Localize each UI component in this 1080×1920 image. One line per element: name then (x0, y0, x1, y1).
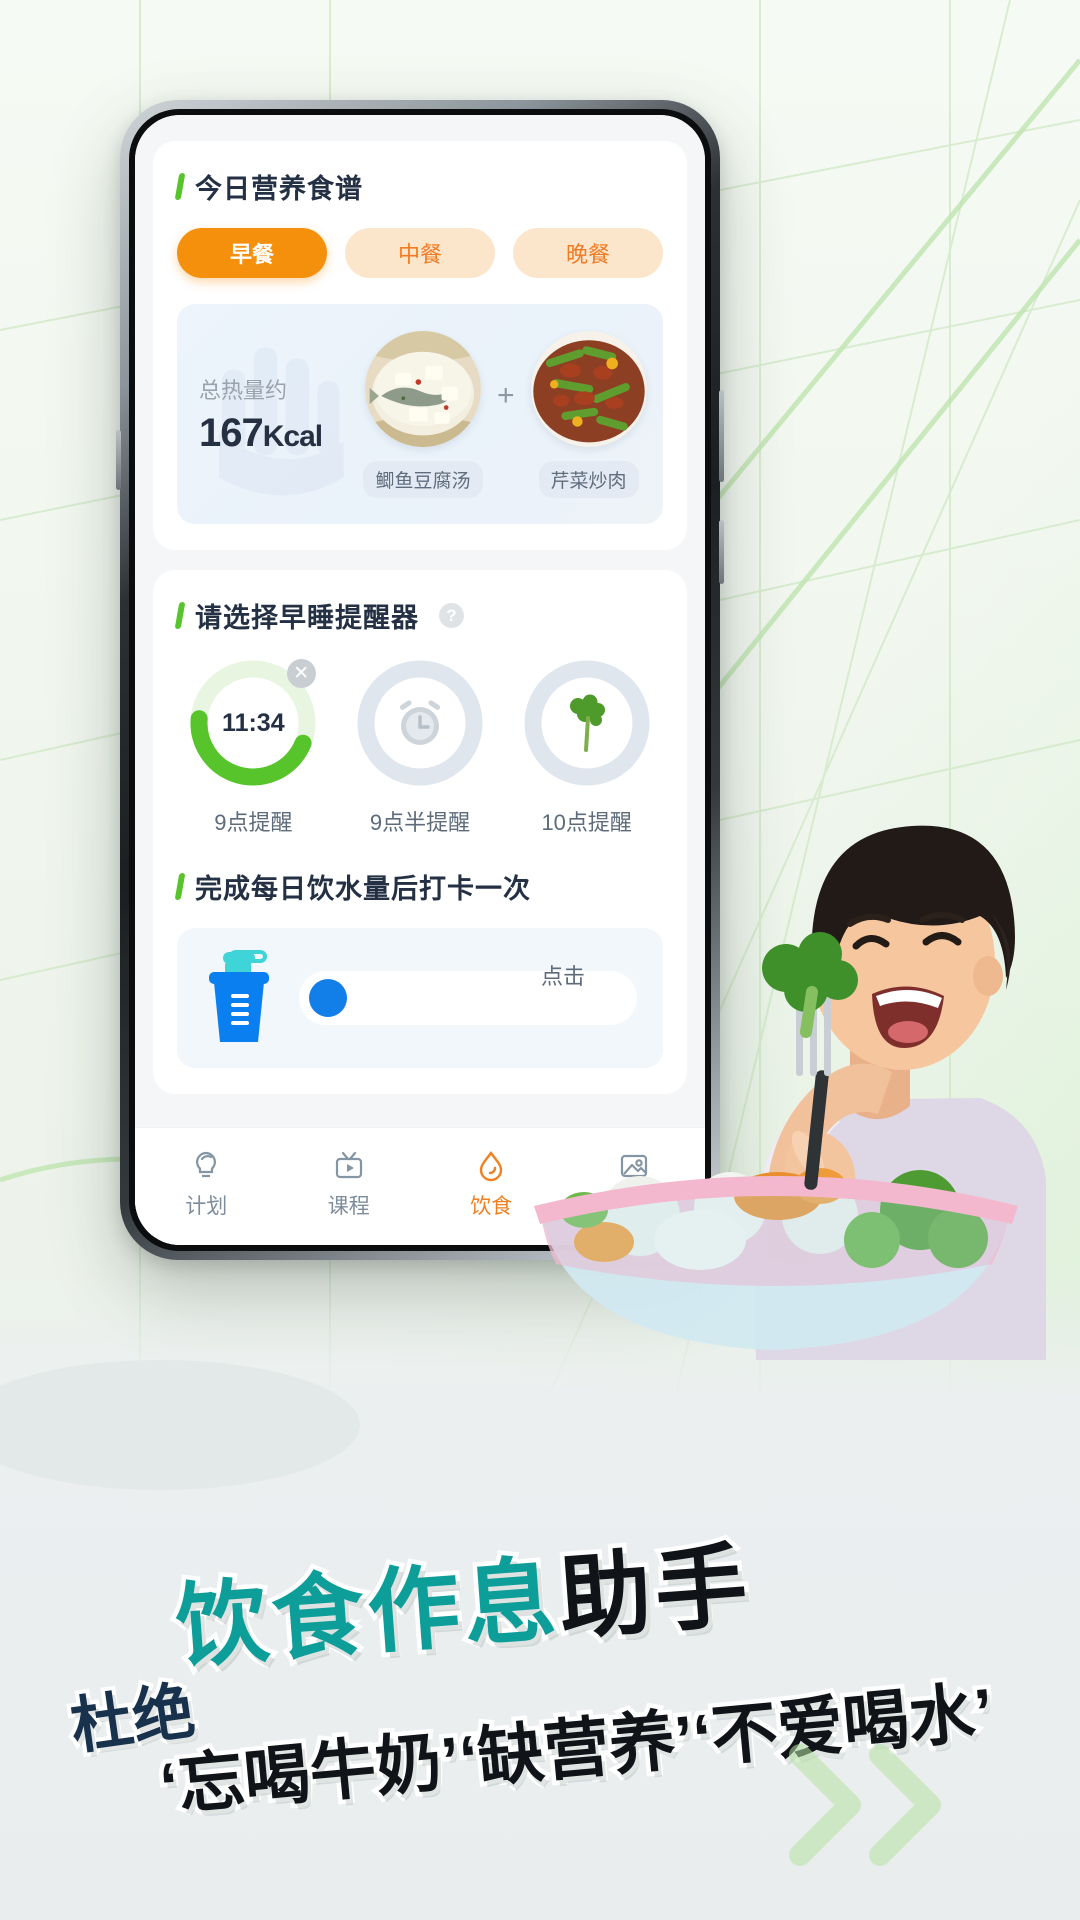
calorie-unit: Kcal (262, 419, 323, 453)
help-icon[interactable]: ? (439, 603, 464, 628)
phone-bezel: 今日营养食谱 早餐 中餐 晚餐 总热量约 167Kcal 鲫鱼豆腐汤 + 芹菜炒… (129, 109, 711, 1251)
sleep-water-card: 请选择早睡提醒器 ? 11:34 ✕ 9点提醒 9点半提醒 10点提醒 完成每日… (153, 570, 687, 1094)
bottom-navigation: 计划 课程 饮食 逛逛 (135, 1127, 705, 1245)
close-icon[interactable]: ✕ (286, 659, 316, 688)
water-slider-track[interactable]: 点击 (299, 964, 637, 1025)
sleep-title: 请选择早睡提醒器 (195, 603, 419, 633)
promo-headline: 饮食作息助手 (168, 1511, 759, 1686)
reminder-item-10pm[interactable]: 10点提醒 (510, 657, 663, 837)
reminder-label: 10点提醒 (541, 810, 632, 835)
nutrition-card: 今日营养食谱 早餐 中餐 晚餐 总热量约 167Kcal 鲫鱼豆腐汤 + 芹菜炒… (153, 141, 687, 550)
nav-label: 课程 (327, 1195, 370, 1218)
promo-headline-dark: 助手 (551, 1528, 759, 1658)
reminder-label: 9点提醒 (214, 810, 293, 835)
tab-breakfast[interactable]: 早餐 (177, 228, 327, 278)
water-title: 完成每日饮水量后打卡一次 (195, 874, 531, 904)
image-icon (563, 1144, 706, 1188)
app-viewport: 今日营养食谱 早餐 中餐 晚餐 总热量约 167Kcal 鲫鱼豆腐汤 + 芹菜炒… (135, 115, 705, 1245)
reminder-ring (521, 657, 653, 789)
water-section-header: 完成每日饮水量后打卡一次 (174, 867, 663, 906)
water-slider-panel: 点击 (177, 928, 663, 1068)
reminder-list: 11:34 ✕ 9点提醒 9点半提醒 10点提醒 (177, 657, 663, 837)
nav-label: 逛逛 (612, 1195, 655, 1218)
water-hint-text: 点击 (540, 964, 585, 989)
phone-mockup: 今日营养食谱 早餐 中餐 晚餐 总热量约 167Kcal 鲫鱼豆腐汤 + 芹菜炒… (116, 100, 724, 1260)
phone-volume-button (719, 390, 724, 482)
promo-headline-teal: 饮食作息 (168, 1542, 568, 1686)
tab-dinner[interactable]: 晚餐 (513, 228, 663, 278)
phone-screen: 今日营养食谱 早餐 中餐 晚餐 总热量约 167Kcal 鲫鱼豆腐汤 + 芹菜炒… (135, 115, 705, 1245)
tab-lunch[interactable]: 中餐 (345, 228, 495, 278)
nutrition-title: 今日营养食谱 (195, 174, 363, 204)
dish-item[interactable]: 鲫鱼豆腐汤 (359, 330, 487, 498)
nav-label: 饮食 (470, 1195, 513, 1218)
water-bottle-icon (209, 950, 269, 1042)
calorie-summary: 总热量约 167Kcal (199, 373, 359, 456)
broccoli-fork-icon (521, 657, 653, 789)
meal-tabs: 早餐 中餐 晚餐 (177, 228, 663, 278)
calorie-value-row: 167Kcal (199, 411, 359, 456)
reminder-item-9pm[interactable]: 11:34 ✕ 9点提醒 (177, 657, 330, 837)
dish-list: 鲫鱼豆腐汤 + 芹菜炒肉 (359, 330, 653, 498)
bulb-icon (135, 1144, 278, 1188)
dish-photo-celery-pork (530, 330, 647, 447)
alarm-clock-icon (354, 657, 486, 789)
nav-item-course[interactable]: 课程 (278, 1144, 421, 1220)
section-accent-bar (174, 873, 186, 900)
nav-item-plan[interactable]: 计划 (135, 1144, 278, 1220)
nav-label: 计划 (185, 1195, 228, 1218)
chevron-decoration-icon (789, 1744, 941, 1866)
phone-power-button (719, 520, 724, 584)
plus-separator: + (497, 379, 515, 412)
calorie-panel: 总热量约 167Kcal 鲫鱼豆腐汤 + 芹菜炒肉 (177, 304, 663, 524)
reminder-label: 9点半提醒 (369, 810, 471, 835)
sleep-section-header: 请选择早睡提醒器 ? (174, 596, 663, 635)
tv-play-icon (278, 1144, 421, 1188)
section-accent-bar (174, 173, 186, 200)
nutrition-section-header: 今日营养食谱 (174, 167, 663, 206)
reminder-item-930pm[interactable]: 9点半提醒 (344, 657, 497, 837)
water-drop-icon (420, 1144, 563, 1188)
calorie-label: 总热量约 (199, 377, 288, 403)
reminder-ring (354, 657, 486, 789)
dish-name: 芹菜炒肉 (538, 460, 639, 498)
promo-banner: 饮食作息助手 杜绝 ‘忘喝牛奶’‘缺营养’‘不爱喝水’ (0, 1500, 1080, 1920)
dish-name: 鲫鱼豆腐汤 (363, 460, 483, 498)
section-accent-bar (174, 602, 186, 629)
calorie-number: 167 (199, 410, 264, 455)
dish-photo-fish-tofu-soup (365, 330, 481, 447)
water-slider-knob[interactable] (309, 979, 347, 1017)
dish-item[interactable]: 芹菜炒肉 (525, 330, 653, 498)
phone-left-button (116, 430, 121, 490)
nav-item-diet[interactable]: 饮食 (420, 1144, 563, 1220)
nav-item-explore[interactable]: 逛逛 (563, 1144, 706, 1220)
